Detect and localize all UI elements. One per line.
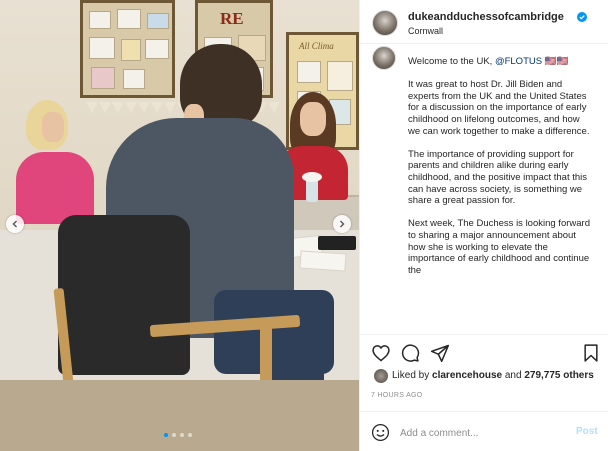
location-link[interactable]: Cornwall: [408, 26, 443, 36]
comment-icon[interactable]: [400, 343, 420, 363]
carousel-dot: [172, 433, 176, 437]
carousel-indicator: [164, 433, 192, 437]
likes-count[interactable]: 279,775 others: [524, 370, 594, 381]
post-header: dukeandduchessofcambridge Cornwall: [360, 0, 608, 44]
chevron-left-icon: [12, 220, 17, 228]
mention-link[interactable]: @FLOTUS: [495, 56, 542, 67]
chair-backrest: [58, 215, 190, 375]
carousel-next-button[interactable]: [333, 215, 351, 233]
chevron-right-icon: [340, 220, 345, 228]
caption-greeting: Welcome to the UK, @FLOTUS 🇺🇸🇺🇸: [408, 56, 569, 67]
likes-summary[interactable]: Liked by clarencehouse and 279,775 other…: [392, 370, 594, 381]
heart-icon[interactable]: [371, 343, 391, 363]
caption-paragraph: Next week, The Duchess is looking forwar…: [408, 218, 590, 276]
carousel-dot: [188, 433, 192, 437]
post-comment-button[interactable]: Post: [576, 426, 598, 437]
liker-avatar[interactable]: [374, 369, 388, 383]
carousel-prev-button[interactable]: [6, 215, 24, 233]
board-letters: RE: [220, 9, 244, 28]
carousel-dot-active: [164, 433, 168, 437]
caption-paragraph: It was great to host Dr. Jill Biden and …: [408, 79, 590, 137]
emoji-icon[interactable]: [371, 423, 390, 442]
verified-badge-icon: [577, 12, 587, 22]
action-bar: Liked by clarencehouse and 279,775 other…: [360, 334, 608, 451]
caption-text: Welcome to the UK, @FLOTUS 🇺🇸🇺🇸 It was g…: [408, 56, 594, 288]
post-side-panel: dukeandduchessofcambridge Cornwall Welco…: [359, 0, 608, 451]
comment-bar: Post: [360, 411, 608, 451]
caption-area: Welcome to the UK, @FLOTUS 🇺🇸🇺🇸 It was g…: [360, 44, 608, 334]
carousel-dot: [180, 433, 184, 437]
caption-paragraph: The importance of providing support for …: [408, 148, 588, 207]
liker-username[interactable]: clarencehouse: [432, 370, 502, 381]
post-timestamp[interactable]: 7 HOURS AGO: [371, 392, 423, 399]
share-icon[interactable]: [430, 343, 450, 363]
username-link[interactable]: dukeandduchessofcambridge: [408, 11, 564, 23]
bookmark-icon[interactable]: [581, 343, 601, 363]
floor: [0, 380, 359, 451]
comment-input[interactable]: [400, 425, 560, 441]
caption-avatar[interactable]: [372, 46, 396, 70]
profile-avatar[interactable]: [372, 10, 398, 36]
post-photo[interactable]: RE All Clima: [0, 0, 359, 451]
